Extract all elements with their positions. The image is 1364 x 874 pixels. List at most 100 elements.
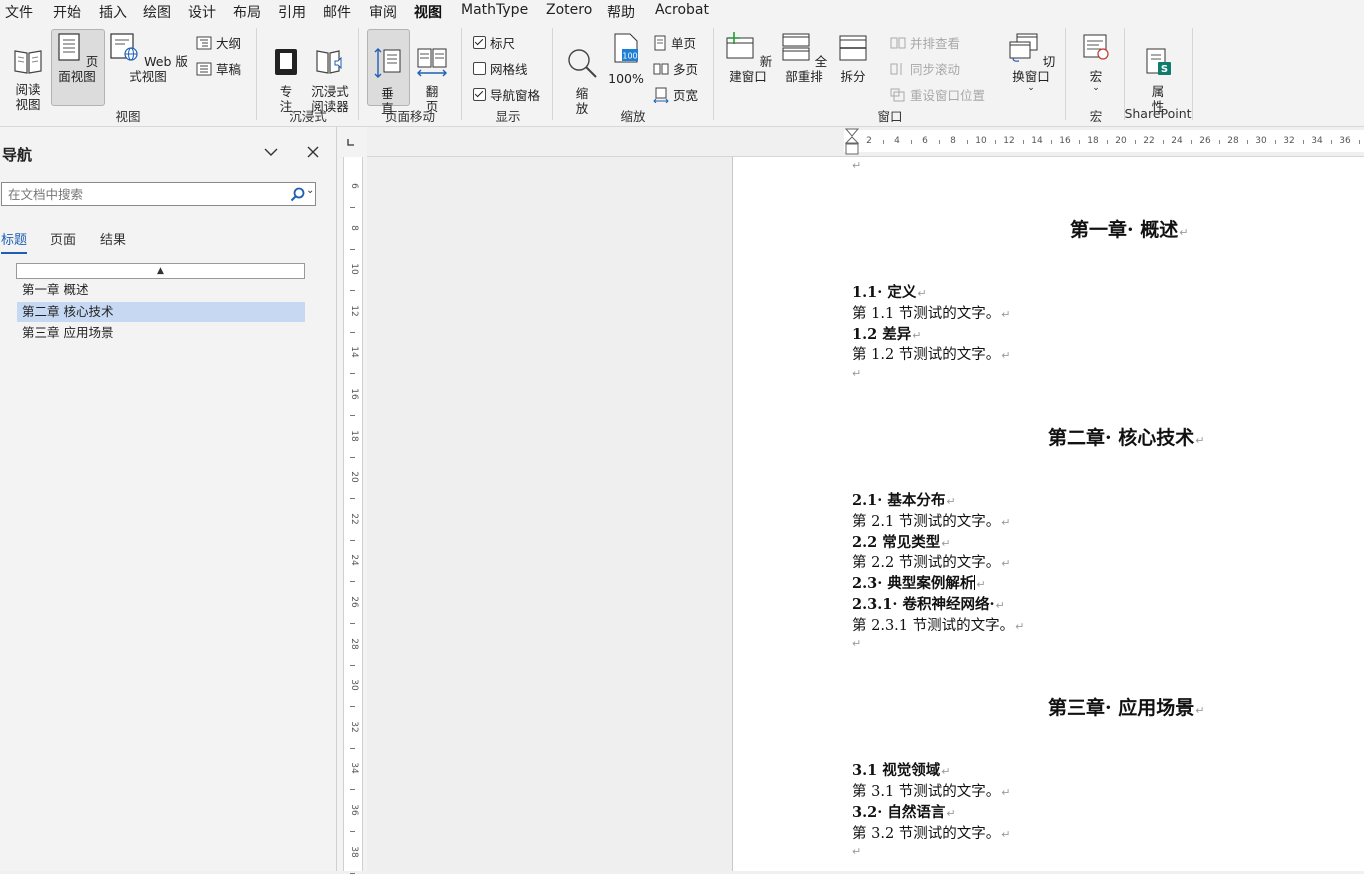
heading-2-3[interactable]: 2.3· 典型案例解析 ↵ xyxy=(852,572,986,593)
menu-zotero[interactable]: Zotero xyxy=(546,2,592,18)
menu-view[interactable]: 视图 xyxy=(414,2,442,25)
menu-mathtype[interactable]: MathType xyxy=(461,2,528,18)
chevron-down-icon[interactable] xyxy=(263,146,279,158)
nav-pane-check-icon xyxy=(473,88,486,101)
horizontal-ruler-tick xyxy=(911,140,912,144)
web-layout-button[interactable]: Web 版式视图 xyxy=(107,32,189,84)
horizontal-ruler-label: 34 xyxy=(1311,136,1323,146)
document-page[interactable]: ↵ 第一章· 概述↵ 1.1· 定义↵ 第 1.1 节测试的文字。↵ 1.2 差… xyxy=(732,157,1364,871)
menu-home[interactable]: 开始 xyxy=(53,2,81,22)
zoom-100-button[interactable]: 100 100% xyxy=(606,32,646,86)
arrange-all-button[interactable]: 全部重排 xyxy=(777,32,831,84)
nav-heading-item[interactable]: 第二章 核心技术 xyxy=(17,302,305,322)
gridlines-checkbox[interactable]: 网格线 xyxy=(473,59,528,78)
immersive-reader-button[interactable]: 沉浸式 阅读器 xyxy=(307,32,353,114)
nav-heading-item[interactable]: 第三章 应用场景 xyxy=(17,323,305,343)
menu-acrobat[interactable]: Acrobat xyxy=(655,2,709,18)
heading-1-2[interactable]: 1.2 差异↵ xyxy=(852,323,922,344)
menu-mailings[interactable]: 邮件 xyxy=(323,2,351,22)
search-icon[interactable] xyxy=(290,187,306,203)
heading-2-3-1[interactable]: 2.3.1· 卷积神经网络·↵ xyxy=(852,593,1005,614)
collapse-up-icon: ▲ xyxy=(157,266,164,276)
show-group-label: 显示 xyxy=(495,109,521,124)
collapse-all-button[interactable]: ▲ xyxy=(16,263,305,279)
side-by-side-button[interactable]: 并排查看 xyxy=(890,33,960,52)
heading-chapter-1[interactable]: 第一章· 概述↵ xyxy=(1070,215,1188,242)
body-text-3-2[interactable]: 第 3.2 节测试的文字。↵ xyxy=(852,822,1011,843)
ruler-check-icon xyxy=(473,36,486,49)
reset-position-button[interactable]: 重设窗口位置 xyxy=(890,85,985,104)
focus-button[interactable]: 专 注 xyxy=(266,32,306,114)
menu-file[interactable]: 文件 xyxy=(5,2,33,22)
draft-button[interactable]: 草稿 xyxy=(196,59,241,78)
separator xyxy=(1192,28,1193,120)
page-width-label: 页宽 xyxy=(673,88,699,103)
menu-review[interactable]: 审阅 xyxy=(369,2,397,22)
heading-3-1[interactable]: 3.1 视觉领域↵ xyxy=(852,759,951,780)
heading-chapter-2[interactable]: 第二章· 核心技术↵ xyxy=(1048,423,1204,450)
heading-chapter-3[interactable]: 第三章· 应用场景↵ xyxy=(1048,693,1204,720)
side-to-side-button[interactable]: 翻 页 xyxy=(412,32,452,114)
heading-3-2[interactable]: 3.2· 自然语言↵ xyxy=(852,801,956,822)
separator xyxy=(358,28,359,120)
one-page-button[interactable]: 单页 xyxy=(653,33,696,52)
heading-1-1[interactable]: 1.1· 定义↵ xyxy=(852,281,927,302)
horizontal-ruler-label: 14 xyxy=(1031,136,1043,146)
multiple-pages-icon xyxy=(653,63,669,74)
menu-insert[interactable]: 插入 xyxy=(99,2,127,22)
nav-search-input[interactable] xyxy=(2,183,278,205)
separator xyxy=(461,28,462,120)
heading-2-2[interactable]: 2.2 常见类型↵ xyxy=(852,531,951,552)
menu-design[interactable]: 设计 xyxy=(188,2,216,22)
body-text-1-1[interactable]: 第 1.1 节测试的文字。↵ xyxy=(852,302,1011,323)
document-area[interactable]: ↵ 第一章· 概述↵ 1.1· 定义↵ 第 1.1 节测试的文字。↵ 1.2 差… xyxy=(367,157,1364,871)
outline-button[interactable]: 大纲 xyxy=(196,33,241,52)
multiple-pages-button[interactable]: 多页 xyxy=(653,59,698,78)
menu-references[interactable]: 引用 xyxy=(278,2,306,22)
body-text-2-1[interactable]: 第 2.1 节测试的文字。↵ xyxy=(852,510,1011,531)
horizontal-ruler-label: 32 xyxy=(1283,136,1295,146)
body-text-2-3-1[interactable]: 第 2.3.1 节测试的文字。↵ xyxy=(852,614,1024,635)
body-text-3-1[interactable]: 第 3.1 节测试的文字。↵ xyxy=(852,780,1011,801)
macros-button[interactable]: 宏 ⌄ xyxy=(1078,32,1114,93)
read-mode-button[interactable]: 阅读 视图 xyxy=(6,32,50,112)
horizontal-ruler-label: 26 xyxy=(1199,136,1211,146)
page-width-button[interactable]: 页宽 xyxy=(653,85,698,104)
nav-tab-results[interactable]: 结果 xyxy=(100,229,126,248)
nav-pane-checkbox[interactable]: 导航窗格 xyxy=(473,85,540,104)
draft-label: 草稿 xyxy=(216,62,242,77)
horizontal-ruler-label: 18 xyxy=(1087,136,1099,146)
nav-tab-pages[interactable]: 页面 xyxy=(50,229,76,248)
new-window-button[interactable]: 新建窗口 xyxy=(720,32,776,84)
ruler-checkbox[interactable]: 标尺 xyxy=(473,33,515,52)
horizontal-ruler-label: 8 xyxy=(950,136,956,146)
search-options-chevron-icon[interactable]: ⌄ xyxy=(306,185,314,196)
menu-draw[interactable]: 绘图 xyxy=(143,2,171,22)
vertical-ruler-tick xyxy=(350,415,355,416)
vertical-ruler-label: 10 xyxy=(349,263,359,275)
horizontal-ruler-label: 16 xyxy=(1059,136,1071,146)
tab-selector-icon[interactable] xyxy=(346,137,356,147)
heading-2-1[interactable]: 2.1· 基本分布↵ xyxy=(852,489,956,510)
body-text-1-2[interactable]: 第 1.2 节测试的文字。↵ xyxy=(852,343,1011,364)
indent-marker-icon[interactable] xyxy=(844,128,860,156)
body-text-2-2[interactable]: 第 2.2 节测试的文字。↵ xyxy=(852,551,1011,572)
sync-scroll-button[interactable]: 同步滚动 xyxy=(890,59,960,78)
menu-layout[interactable]: 布局 xyxy=(233,2,261,22)
switch-windows-button[interactable]: 切换窗口 ⌄ xyxy=(1004,32,1058,93)
menu-help[interactable]: 帮助 xyxy=(607,2,635,22)
properties-button[interactable]: S 属 性 xyxy=(1140,32,1176,114)
nav-tab-headings[interactable]: 标题 xyxy=(1,229,28,254)
nav-heading-item[interactable]: 第一章 概述 xyxy=(17,280,305,300)
magnifier-icon xyxy=(568,49,597,78)
split-button[interactable]: 拆分 xyxy=(834,32,872,84)
menu-bar: 文件 开始 插入 绘图 设计 布局 引用 邮件 审阅 视图 MathType Z… xyxy=(0,0,1364,25)
vertical-button[interactable]: 垂 直 xyxy=(367,32,408,116)
zoom-button[interactable]: 缩 放 xyxy=(562,32,602,116)
vertical-ruler-tick xyxy=(350,706,355,708)
gridlines-check-icon xyxy=(473,62,486,75)
close-icon[interactable] xyxy=(306,145,320,159)
print-layout-button[interactable]: 页面视图 xyxy=(51,32,103,84)
vertical-ruler-tick xyxy=(350,789,355,791)
zoom-group-label: 缩放 xyxy=(620,109,646,124)
